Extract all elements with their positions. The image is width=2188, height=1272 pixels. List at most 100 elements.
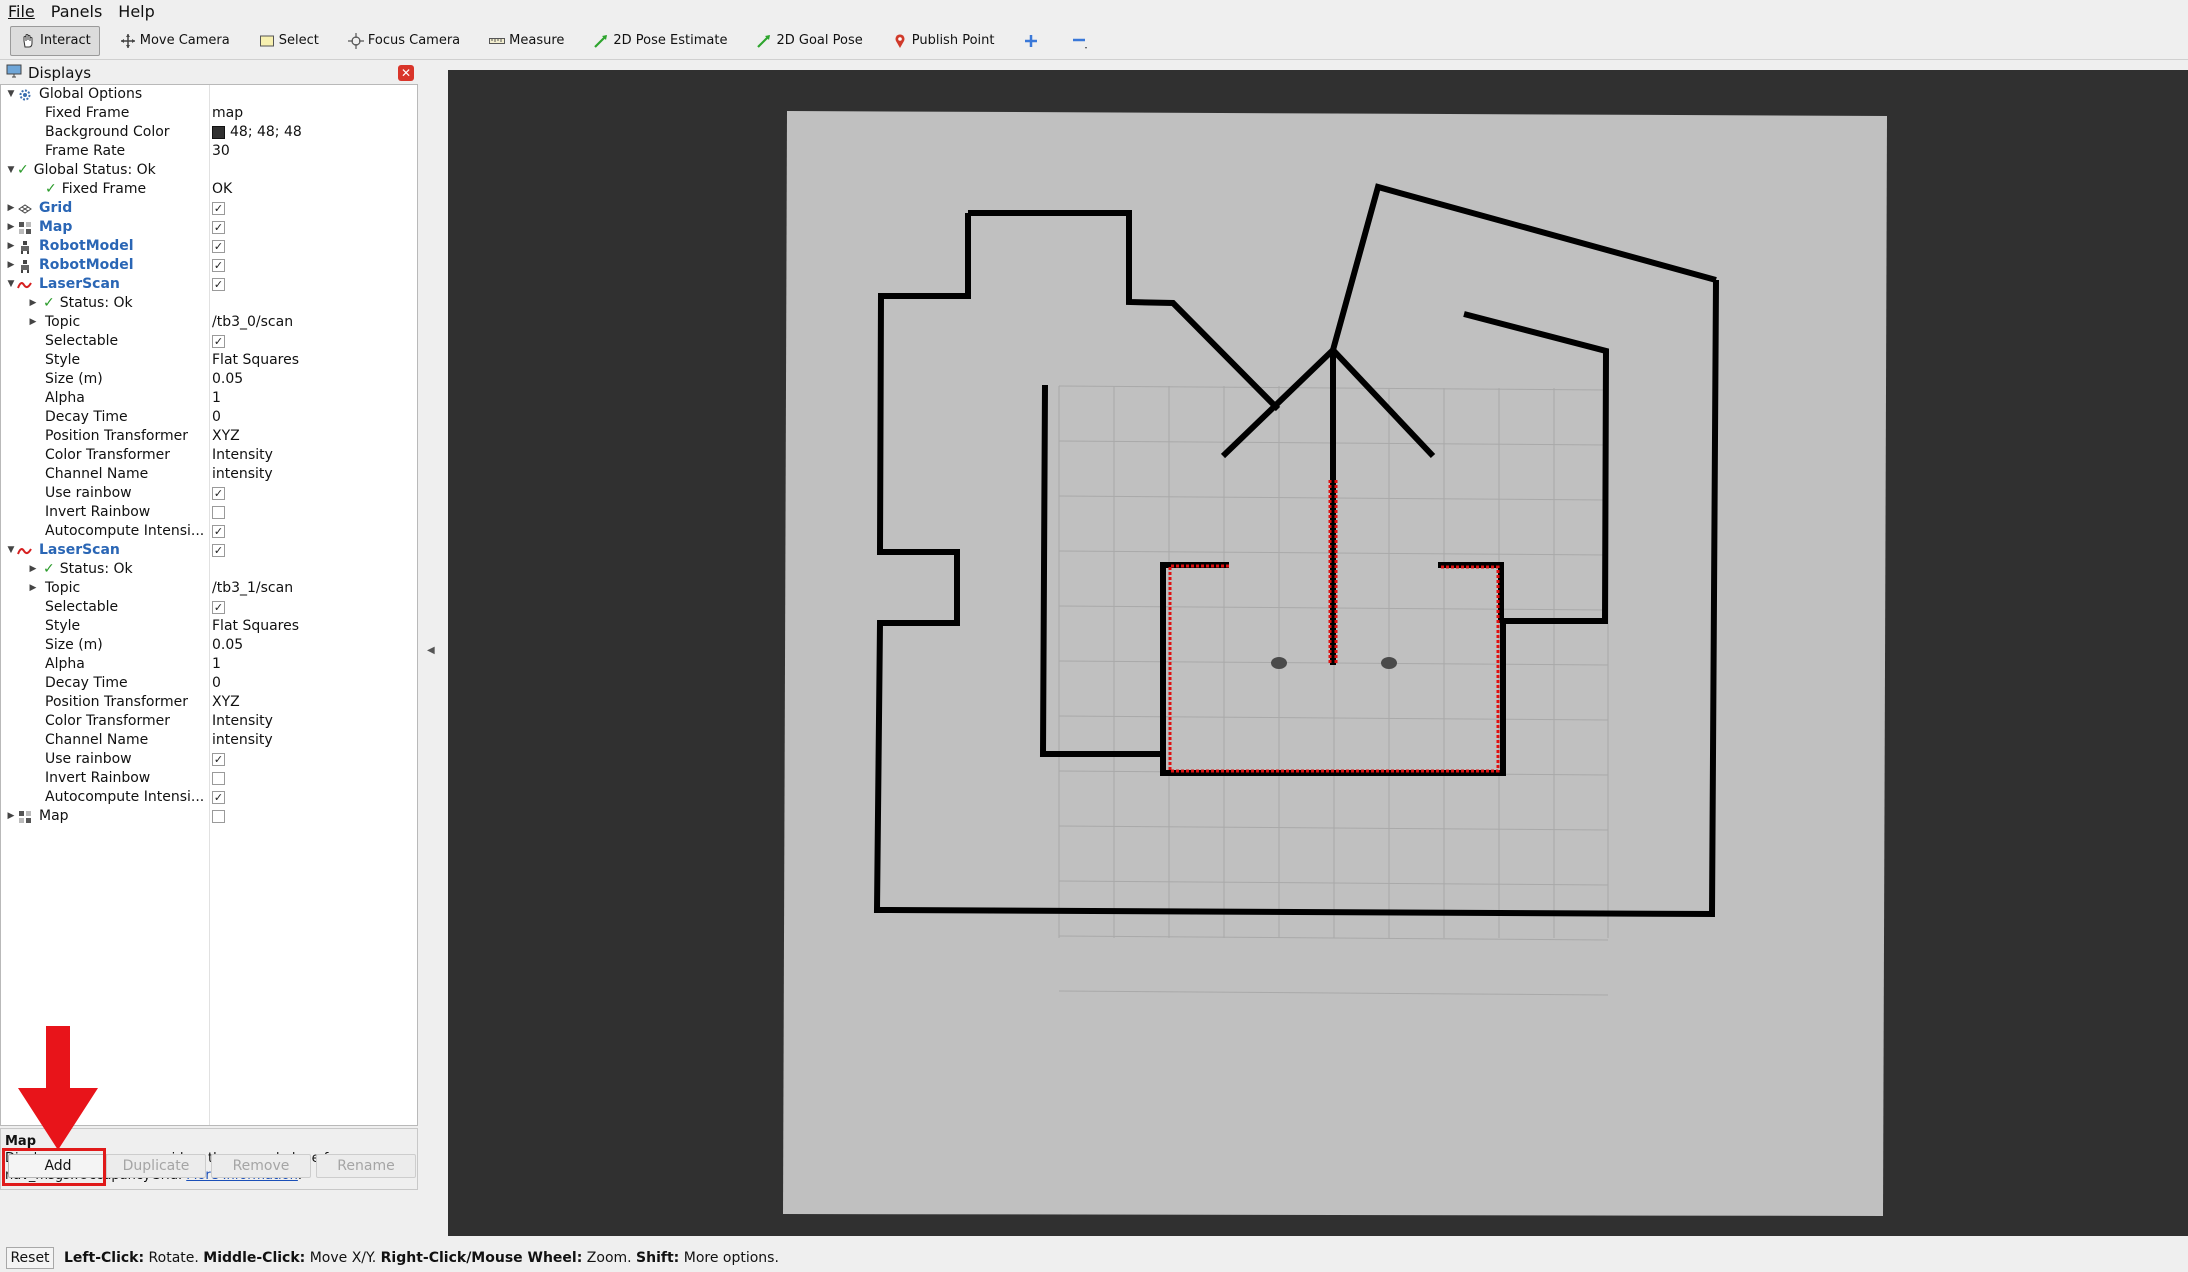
tree-row-laser1-selectable[interactable]: Selectable ✓ <box>1 332 417 351</box>
remove-tool-button[interactable] <box>1062 26 1101 56</box>
tree-row-laser2-size[interactable]: Size (m) 0.05 <box>1 636 417 655</box>
laser1-channel-value[interactable]: intensity <box>212 465 273 484</box>
background-color-value[interactable]: 48; 48; 48 <box>212 123 302 142</box>
laser2-autocompute-checkbox[interactable]: ✓ <box>212 791 225 804</box>
3d-render-view[interactable] <box>448 70 2188 1236</box>
robotmodel-2-enabled-checkbox[interactable]: ✓ <box>212 259 225 272</box>
tree-row-laser2-style[interactable]: Style Flat Squares <box>1 617 417 636</box>
laser2-rainbow-checkbox[interactable]: ✓ <box>212 753 225 766</box>
tree-row-laserscan-1[interactable]: ▼ LaserScan ✓ <box>1 275 417 294</box>
tree-row-robotmodel-1[interactable]: ▶ RobotModel ✓ <box>1 237 417 256</box>
laser1-autocompute-checkbox[interactable]: ✓ <box>212 525 225 538</box>
expand-arrow-icon[interactable]: ▶ <box>27 560 39 579</box>
frame-rate-value[interactable]: 30 <box>212 142 230 161</box>
expand-arrow-icon[interactable]: ▶ <box>5 199 17 218</box>
laser1-style-value[interactable]: Flat Squares <box>212 351 299 370</box>
tree-row-laser2-invert[interactable]: Invert Rainbow <box>1 769 417 788</box>
tree-row-robotmodel-2[interactable]: ▶ RobotModel ✓ <box>1 256 417 275</box>
tree-row-fixed-frame[interactable]: Fixed Frame map <box>1 104 417 123</box>
tree-row-laser2-rainbow[interactable]: Use rainbow ✓ <box>1 750 417 769</box>
laserscan-2-enabled-checkbox[interactable]: ✓ <box>212 544 225 557</box>
laser2-topic-value[interactable]: /tb3_1/scan <box>212 579 293 598</box>
collapse-arrow-icon[interactable]: ▼ <box>5 85 17 104</box>
tree-row-laser1-status[interactable]: ▶ ✓ Status: Ok <box>1 294 417 313</box>
select-tool[interactable]: Select <box>249 26 328 56</box>
laser2-style-value[interactable]: Flat Squares <box>212 617 299 636</box>
tree-row-global-options[interactable]: ▼ Global Options <box>1 85 417 104</box>
tree-row-laser2-position-transformer[interactable]: Position Transformer XYZ <box>1 693 417 712</box>
tree-row-laser1-invert[interactable]: Invert Rainbow <box>1 503 417 522</box>
laser2-color-transformer-value[interactable]: Intensity <box>212 712 273 731</box>
expand-arrow-icon[interactable]: ▶ <box>27 579 39 598</box>
laser2-position-transformer-value[interactable]: XYZ <box>212 693 240 712</box>
tree-row-laser1-autocompute[interactable]: Autocompute Intensi... ✓ <box>1 522 417 541</box>
laser2-selectable-checkbox[interactable]: ✓ <box>212 601 225 614</box>
grid-enabled-checkbox[interactable]: ✓ <box>212 202 225 215</box>
tree-row-global-status[interactable]: ▼ ✓ Global Status: Ok <box>1 161 417 180</box>
menu-file[interactable]: File <box>8 2 35 21</box>
expand-arrow-icon[interactable]: ▶ <box>27 294 39 313</box>
focus-camera-tool[interactable]: Focus Camera <box>338 26 469 56</box>
add-tool-button[interactable] <box>1013 26 1052 56</box>
remove-button[interactable]: Remove <box>211 1154 311 1178</box>
rename-button[interactable]: Rename <box>316 1154 416 1178</box>
tree-row-laser1-channel[interactable]: Channel Name intensity <box>1 465 417 484</box>
tree-row-laser2-decay[interactable]: Decay Time 0 <box>1 674 417 693</box>
menu-help[interactable]: Help <box>118 2 154 21</box>
tree-row-laser2-status[interactable]: ▶ ✓ Status: Ok <box>1 560 417 579</box>
laser1-size-value[interactable]: 0.05 <box>212 370 243 389</box>
displays-tree[interactable]: ▼ Global Options Fixed Frame map Backgro… <box>0 84 418 1126</box>
tree-row-laser1-color-transformer[interactable]: Color Transformer Intensity <box>1 446 417 465</box>
tree-row-laserscan-2[interactable]: ▼ LaserScan ✓ <box>1 541 417 560</box>
tree-row-status-fixed-frame[interactable]: ✓ Fixed Frame OK <box>1 180 417 199</box>
close-icon[interactable]: ✕ <box>398 65 414 81</box>
tree-row-laser1-topic[interactable]: ▶ Topic /tb3_0/scan <box>1 313 417 332</box>
laser1-color-transformer-value[interactable]: Intensity <box>212 446 273 465</box>
fixed-frame-value[interactable]: map <box>212 104 243 123</box>
expand-arrow-icon[interactable]: ▶ <box>5 218 17 237</box>
tree-row-laser1-position-transformer[interactable]: Position Transformer XYZ <box>1 427 417 446</box>
collapse-arrow-icon[interactable]: ▼ <box>5 541 17 560</box>
expand-arrow-icon[interactable]: ▶ <box>5 237 17 256</box>
tree-row-laser1-size[interactable]: Size (m) 0.05 <box>1 370 417 389</box>
collapse-arrow-icon[interactable]: ▼ <box>5 161 17 180</box>
laser2-channel-value[interactable]: intensity <box>212 731 273 750</box>
expand-arrow-icon[interactable]: ▶ <box>5 807 17 826</box>
tree-row-laser2-topic[interactable]: ▶ Topic /tb3_1/scan <box>1 579 417 598</box>
measure-tool[interactable]: Measure <box>479 26 573 56</box>
publish-point-tool[interactable]: Publish Point <box>882 26 1004 56</box>
laser1-alpha-value[interactable]: 1 <box>212 389 221 408</box>
tree-row-map[interactable]: ▶ Map ✓ <box>1 218 417 237</box>
laser1-decay-value[interactable]: 0 <box>212 408 221 427</box>
menu-panels[interactable]: Panels <box>51 2 103 21</box>
laser2-decay-value[interactable]: 0 <box>212 674 221 693</box>
laser1-selectable-checkbox[interactable]: ✓ <box>212 335 225 348</box>
tree-row-grid[interactable]: ▶ Grid ✓ <box>1 199 417 218</box>
laser1-rainbow-checkbox[interactable]: ✓ <box>212 487 225 500</box>
laser2-size-value[interactable]: 0.05 <box>212 636 243 655</box>
tree-row-map-2[interactable]: ▶ Map <box>1 807 417 826</box>
laser1-position-transformer-value[interactable]: XYZ <box>212 427 240 446</box>
laser1-invert-checkbox[interactable] <box>212 506 225 519</box>
expand-arrow-icon[interactable]: ▶ <box>27 313 39 332</box>
tree-row-laser1-decay[interactable]: Decay Time 0 <box>1 408 417 427</box>
laser1-topic-value[interactable]: /tb3_0/scan <box>212 313 293 332</box>
tree-row-laser2-autocompute[interactable]: Autocompute Intensi... ✓ <box>1 788 417 807</box>
tree-row-laser2-channel[interactable]: Channel Name intensity <box>1 731 417 750</box>
map-enabled-checkbox[interactable]: ✓ <box>212 221 225 234</box>
expand-arrow-icon[interactable]: ▶ <box>5 256 17 275</box>
laserscan-1-enabled-checkbox[interactable]: ✓ <box>212 278 225 291</box>
tree-row-laser2-alpha[interactable]: Alpha 1 <box>1 655 417 674</box>
tree-row-background-color[interactable]: Background Color 48; 48; 48 <box>1 123 417 142</box>
tree-row-laser2-selectable[interactable]: Selectable ✓ <box>1 598 417 617</box>
interact-tool[interactable]: Interact <box>10 25 100 56</box>
pose-estimate-tool[interactable]: 2D Pose Estimate <box>583 26 736 56</box>
laser2-invert-checkbox[interactable] <box>212 772 225 785</box>
tree-row-laser1-alpha[interactable]: Alpha 1 <box>1 389 417 408</box>
goal-pose-tool[interactable]: 2D Goal Pose <box>746 26 871 56</box>
tree-row-frame-rate[interactable]: Frame Rate 30 <box>1 142 417 161</box>
tree-row-laser1-style[interactable]: Style Flat Squares <box>1 351 417 370</box>
laser2-alpha-value[interactable]: 1 <box>212 655 221 674</box>
tree-row-laser1-rainbow[interactable]: Use rainbow ✓ <box>1 484 417 503</box>
collapse-arrow-icon[interactable]: ▼ <box>5 275 17 294</box>
